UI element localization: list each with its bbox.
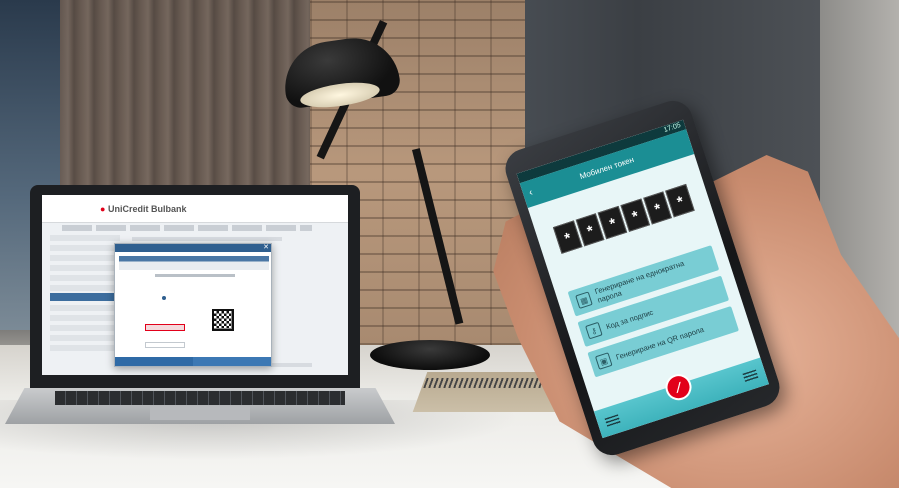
pin-display: * * * * * * bbox=[552, 183, 695, 254]
qr-code-icon bbox=[212, 309, 234, 331]
bank-sidebar-selected bbox=[50, 293, 120, 301]
otp-code-field bbox=[145, 324, 185, 331]
dialog-title-bar: ✕ bbox=[115, 244, 271, 252]
laptop-screen: ● UniCredit Bulbank ✕ bbox=[42, 195, 348, 375]
confirmation-dialog: ✕ bbox=[114, 243, 272, 367]
qr-icon: ▣ bbox=[594, 352, 613, 370]
keypad-icon: ▦ bbox=[575, 291, 593, 309]
close-icon[interactable]: ✕ bbox=[263, 243, 269, 251]
menu-icon[interactable] bbox=[604, 414, 621, 428]
content-line bbox=[132, 237, 282, 241]
laptop-keyboard bbox=[55, 391, 345, 405]
laptop-trackpad bbox=[150, 406, 250, 420]
dialog-caption bbox=[155, 274, 235, 277]
unicredit-logo-icon: ⁄ bbox=[662, 370, 695, 404]
desk-lamp-base bbox=[370, 340, 490, 370]
code-input[interactable] bbox=[145, 342, 185, 348]
dialog-buttons[interactable] bbox=[115, 357, 271, 366]
menu-icon[interactable] bbox=[742, 369, 759, 383]
bank-site-header: ● UniCredit Bulbank bbox=[42, 195, 348, 223]
photo-scene: ● UniCredit Bulbank ✕ 17:05 ‹ Мобилен то… bbox=[0, 0, 899, 488]
dialog-table bbox=[119, 256, 269, 270]
bank-name: UniCredit Bulbank bbox=[107, 204, 187, 214]
radio-icon[interactable] bbox=[162, 296, 166, 300]
bank-nav-bar bbox=[62, 225, 312, 231]
key-icon: ⚷ bbox=[585, 321, 603, 340]
bank-logo: ● UniCredit Bulbank bbox=[100, 204, 187, 214]
menu-label: Код за подпис bbox=[604, 307, 655, 331]
back-arrow-icon[interactable]: ‹ bbox=[525, 180, 536, 206]
